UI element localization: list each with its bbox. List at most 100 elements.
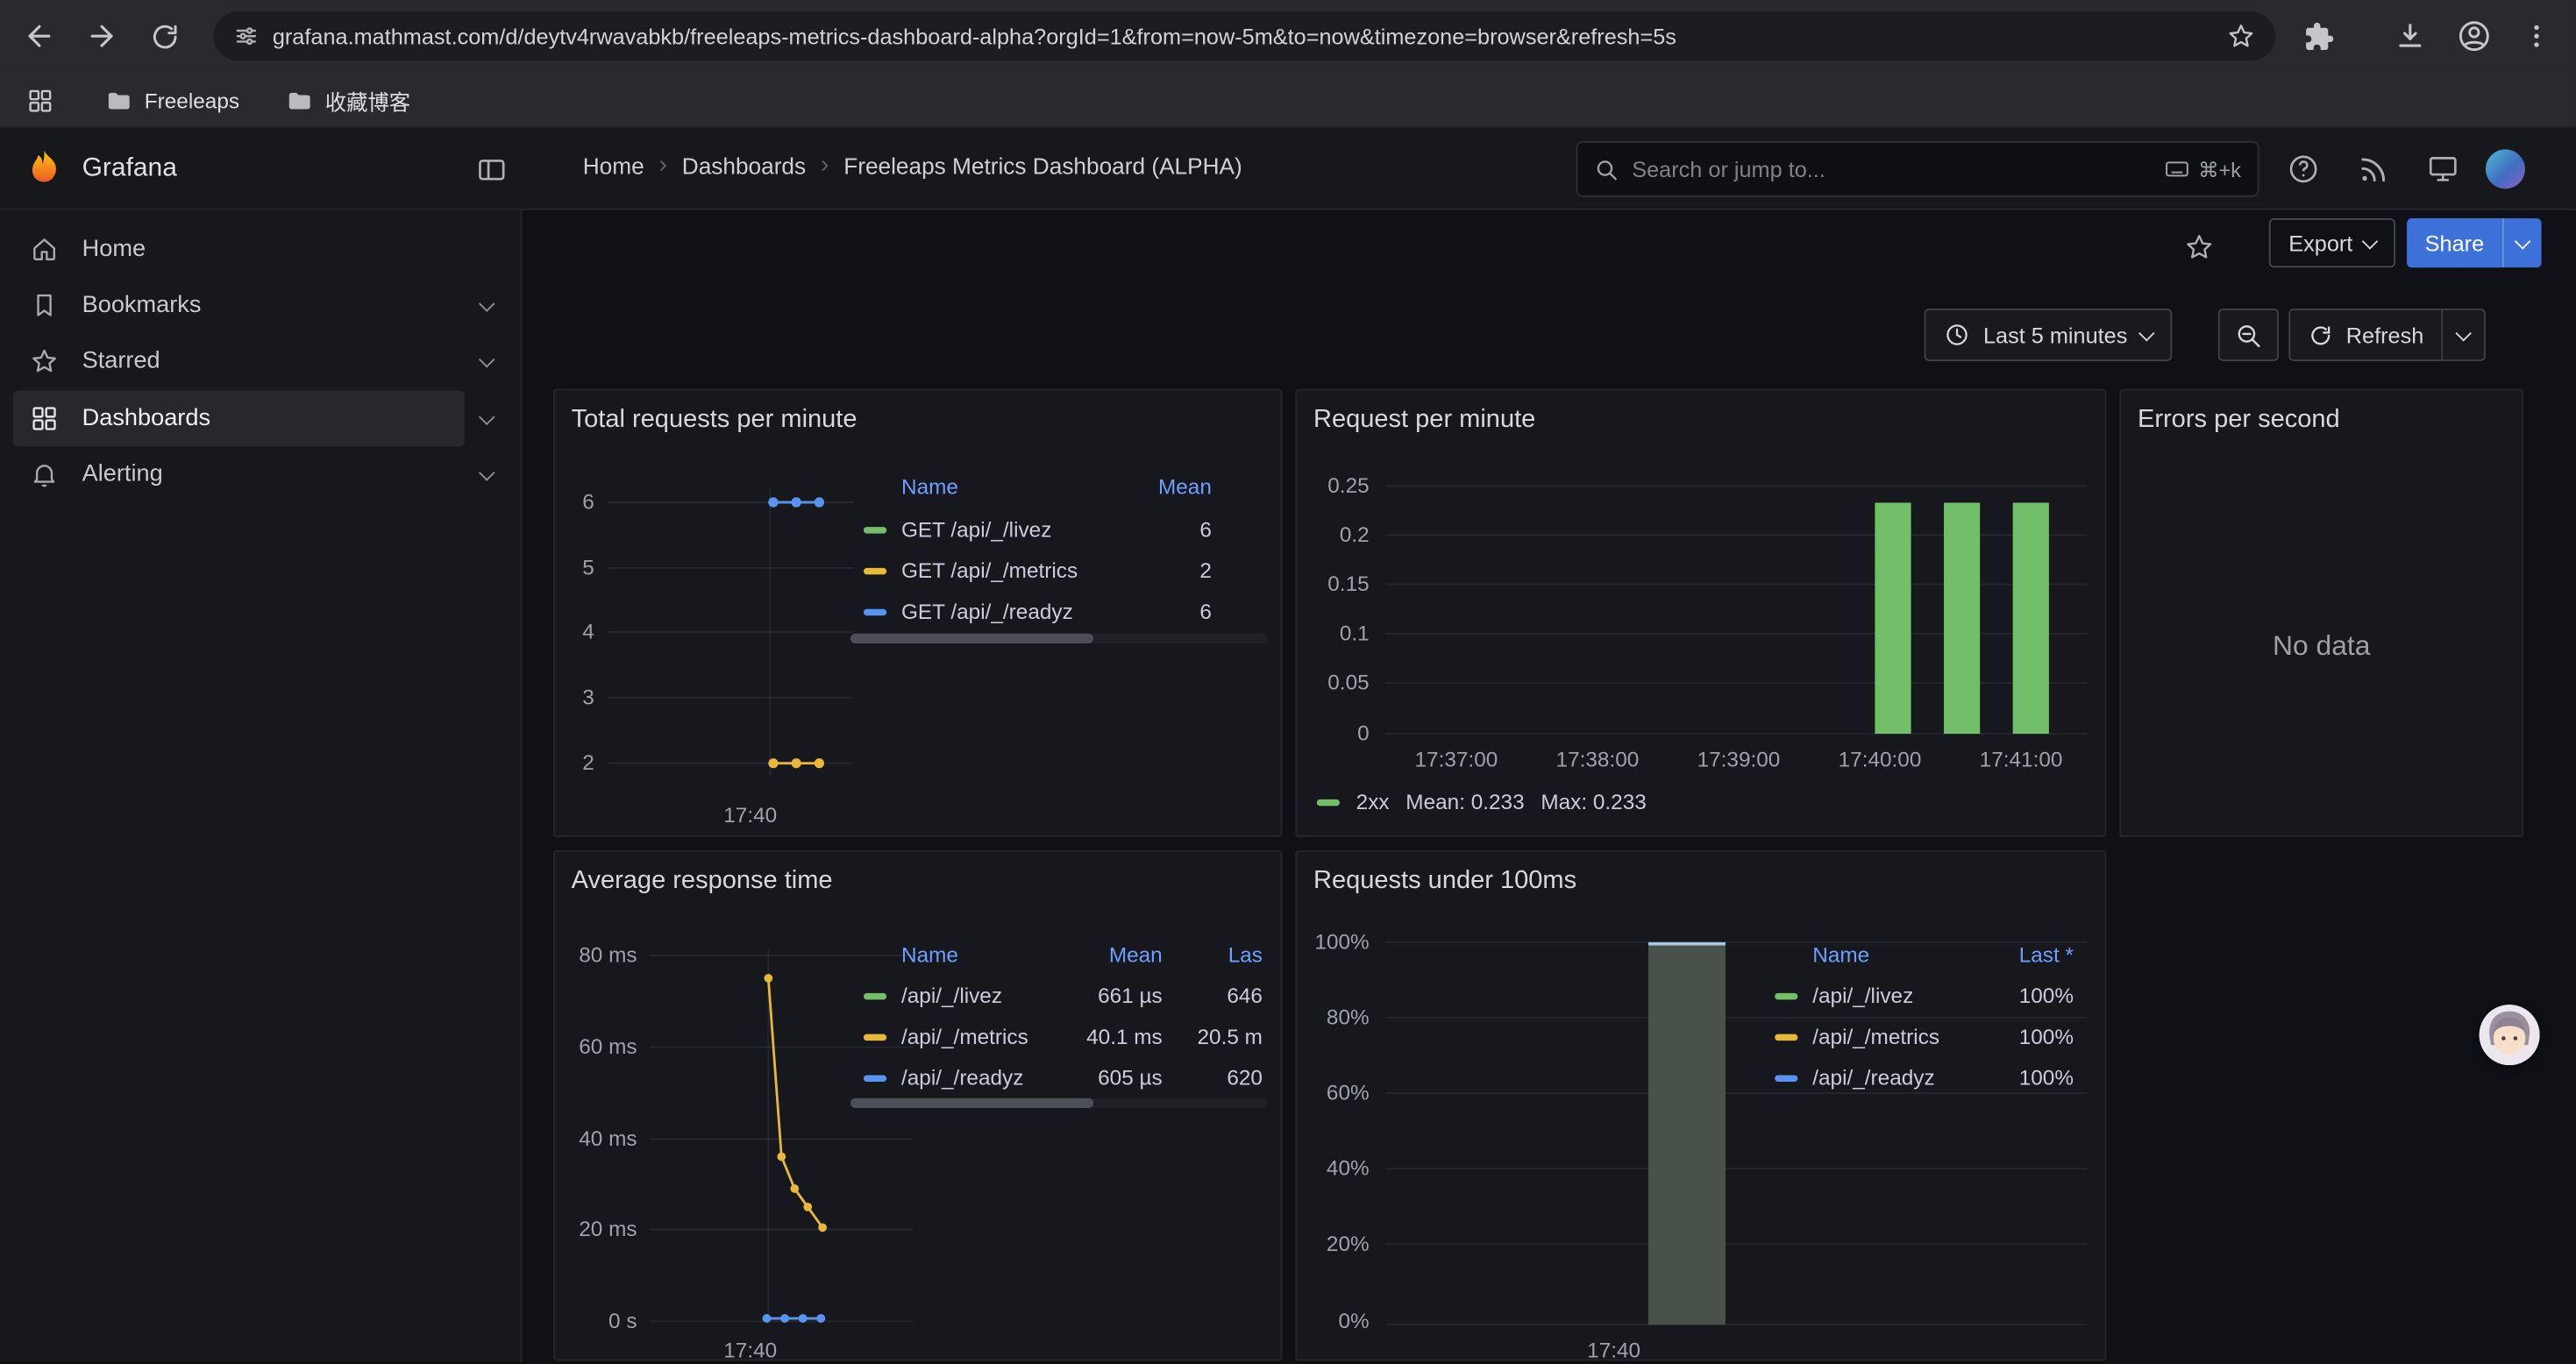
bookmark-item-blogs[interactable]: 收藏博客 bbox=[276, 79, 421, 122]
y-tick: 100% bbox=[1297, 929, 1369, 956]
share-button[interactable]: Share bbox=[2407, 218, 2502, 267]
sidebar-item-label: Starred bbox=[82, 348, 160, 374]
browser-menu-button[interactable] bbox=[2510, 10, 2563, 62]
star-icon bbox=[30, 346, 60, 376]
sidebar-item-bookmarks[interactable]: Bookmarks bbox=[13, 277, 465, 333]
series-name[interactable]: GET /api/_/livez bbox=[901, 512, 1051, 548]
share-split-button: Share bbox=[2407, 218, 2542, 267]
folder-icon bbox=[286, 86, 314, 114]
share-dropdown-button[interactable] bbox=[2502, 218, 2542, 267]
legend-header-mean[interactable]: Mean bbox=[1109, 937, 1163, 973]
bar-chart[interactable] bbox=[1385, 476, 2087, 747]
user-avatar[interactable] bbox=[2486, 149, 2525, 188]
series-mean: Mean: 0.233 bbox=[1405, 790, 1524, 814]
chevron-down-icon[interactable] bbox=[479, 465, 495, 481]
search-bar[interactable]: ⌘+k bbox=[1576, 141, 2259, 197]
series-name[interactable]: GET /api/_/metrics bbox=[901, 553, 1078, 589]
browser-reload-button[interactable] bbox=[138, 10, 190, 62]
panel-title[interactable]: Errors per second bbox=[2138, 406, 2340, 436]
chevron-down-icon[interactable] bbox=[479, 295, 495, 312]
sidebar-item-home[interactable]: Home bbox=[13, 222, 465, 278]
legend-inline: 2xx Mean: 0.233 Max: 0.233 bbox=[1317, 790, 1647, 814]
series-name[interactable]: /api/_/metrics bbox=[901, 1019, 1028, 1055]
y-tick: 20 ms bbox=[555, 1217, 637, 1243]
grafana-logo[interactable] bbox=[23, 148, 66, 191]
panel-title[interactable]: Requests under 100ms bbox=[1313, 867, 1576, 897]
legend-header-name[interactable]: Name bbox=[1812, 937, 1869, 973]
dock-menu-button[interactable] bbox=[466, 145, 516, 194]
chevron-down-icon[interactable] bbox=[479, 409, 495, 426]
legend-scrollbar[interactable] bbox=[850, 1098, 1268, 1108]
search-input[interactable] bbox=[1632, 157, 2151, 181]
bookmark-label: 收藏博客 bbox=[325, 84, 410, 116]
series-name[interactable]: /api/_/readyz bbox=[1812, 1061, 1934, 1097]
bell-icon bbox=[30, 459, 60, 489]
panel-errors-per-second: Errors per second No data bbox=[2119, 389, 2523, 837]
panel-title[interactable]: Request per minute bbox=[1313, 406, 1535, 436]
legend-header-mean[interactable]: Mean bbox=[1158, 470, 1212, 506]
y-tick: 5 bbox=[555, 555, 594, 581]
breadcrumb-home[interactable]: Home bbox=[583, 152, 644, 178]
address-bar[interactable]: grafana.mathmast.com/d/deytv4rwavabkb/fr… bbox=[213, 11, 2275, 60]
chevron-down-icon bbox=[2362, 232, 2379, 249]
chevron-down-icon[interactable] bbox=[479, 352, 495, 368]
legend-header-name[interactable]: Name bbox=[901, 470, 958, 506]
url-text[interactable]: grafana.mathmast.com/d/deytv4rwavabkb/fr… bbox=[273, 24, 2226, 48]
series-name[interactable]: 2xx bbox=[1356, 790, 1390, 814]
site-info-icon[interactable] bbox=[233, 23, 260, 49]
bookmark-star-icon[interactable] bbox=[2226, 21, 2256, 51]
display-button[interactable] bbox=[2418, 145, 2467, 194]
extensions-button[interactable] bbox=[2292, 10, 2345, 62]
sidebar-item-starred[interactable]: Starred bbox=[13, 333, 465, 389]
series-mean: 6 bbox=[1199, 594, 1212, 630]
series-name[interactable]: /api/_/readyz bbox=[901, 1061, 1023, 1097]
bookmark-item-freeleaps[interactable]: Freeleaps bbox=[96, 79, 250, 122]
browser-forward-button[interactable] bbox=[75, 10, 128, 62]
breadcrumb-dashboards[interactable]: Dashboards bbox=[682, 152, 806, 178]
series-color-chip bbox=[864, 1075, 886, 1081]
scrollbar-thumb[interactable] bbox=[850, 1098, 1093, 1108]
favorite-dashboard-button[interactable] bbox=[2174, 222, 2223, 271]
time-range-picker[interactable]: Last 5 minutes bbox=[1925, 309, 2172, 361]
sidebar-item-dashboards[interactable]: Dashboards bbox=[13, 391, 465, 447]
legend-row: GET /api/_/readyz 6 bbox=[850, 594, 1268, 630]
series-color-chip bbox=[1317, 799, 1340, 805]
legend-table: Name Mean GET /api/_/livez 6 GET /api/_/… bbox=[850, 463, 1268, 660]
downloads-button[interactable] bbox=[2384, 10, 2437, 62]
grafana-brand[interactable]: Grafana bbox=[82, 154, 177, 184]
export-label: Export bbox=[2288, 231, 2352, 255]
time-series-chart[interactable] bbox=[608, 476, 854, 805]
x-tick: 17:39:00 bbox=[1681, 747, 1796, 773]
bookmarks-apps-button[interactable] bbox=[13, 74, 66, 126]
series-name[interactable]: /api/_/metrics bbox=[1812, 1019, 1939, 1055]
export-button[interactable]: Export bbox=[2269, 218, 2395, 267]
panel-title[interactable]: Total requests per minute bbox=[572, 406, 857, 436]
floating-assistant-avatar[interactable] bbox=[2479, 1005, 2539, 1065]
help-button[interactable] bbox=[2279, 145, 2328, 194]
sidebar-item-alerting[interactable]: Alerting bbox=[13, 446, 465, 502]
series-name[interactable]: /api/_/livez bbox=[1812, 978, 1913, 1014]
refresh-interval-dropdown[interactable] bbox=[2444, 309, 2487, 361]
zoom-out-button[interactable] bbox=[2218, 309, 2279, 361]
legend-scrollbar[interactable] bbox=[850, 634, 1268, 643]
kebab-menu-icon bbox=[2522, 21, 2551, 51]
x-tick: 17:41:00 bbox=[1964, 747, 2079, 773]
scrollbar-thumb[interactable] bbox=[850, 634, 1093, 643]
series-color-chip bbox=[864, 1034, 886, 1041]
browser-profile-button[interactable] bbox=[2448, 10, 2501, 62]
back-arrow-icon bbox=[23, 19, 55, 52]
series-name[interactable]: GET /api/_/readyz bbox=[901, 594, 1073, 630]
news-button[interactable] bbox=[2348, 145, 2397, 194]
legend-header-last[interactable]: Las bbox=[1228, 937, 1263, 973]
x-tick: 17:40:00 bbox=[1822, 747, 1937, 773]
panel-title[interactable]: Average response time bbox=[572, 867, 833, 897]
series-last: 646 bbox=[1227, 978, 1263, 1014]
series-name[interactable]: /api/_/livez bbox=[901, 978, 1002, 1014]
x-tick: 17:40 bbox=[701, 1338, 800, 1364]
legend-header-last[interactable]: Last * bbox=[2019, 937, 2074, 973]
series-color-chip bbox=[864, 527, 886, 533]
browser-back-button[interactable] bbox=[13, 10, 66, 62]
refresh-button[interactable]: Refresh bbox=[2288, 309, 2444, 361]
series-color-chip bbox=[864, 609, 886, 615]
legend-header-name[interactable]: Name bbox=[901, 937, 958, 973]
